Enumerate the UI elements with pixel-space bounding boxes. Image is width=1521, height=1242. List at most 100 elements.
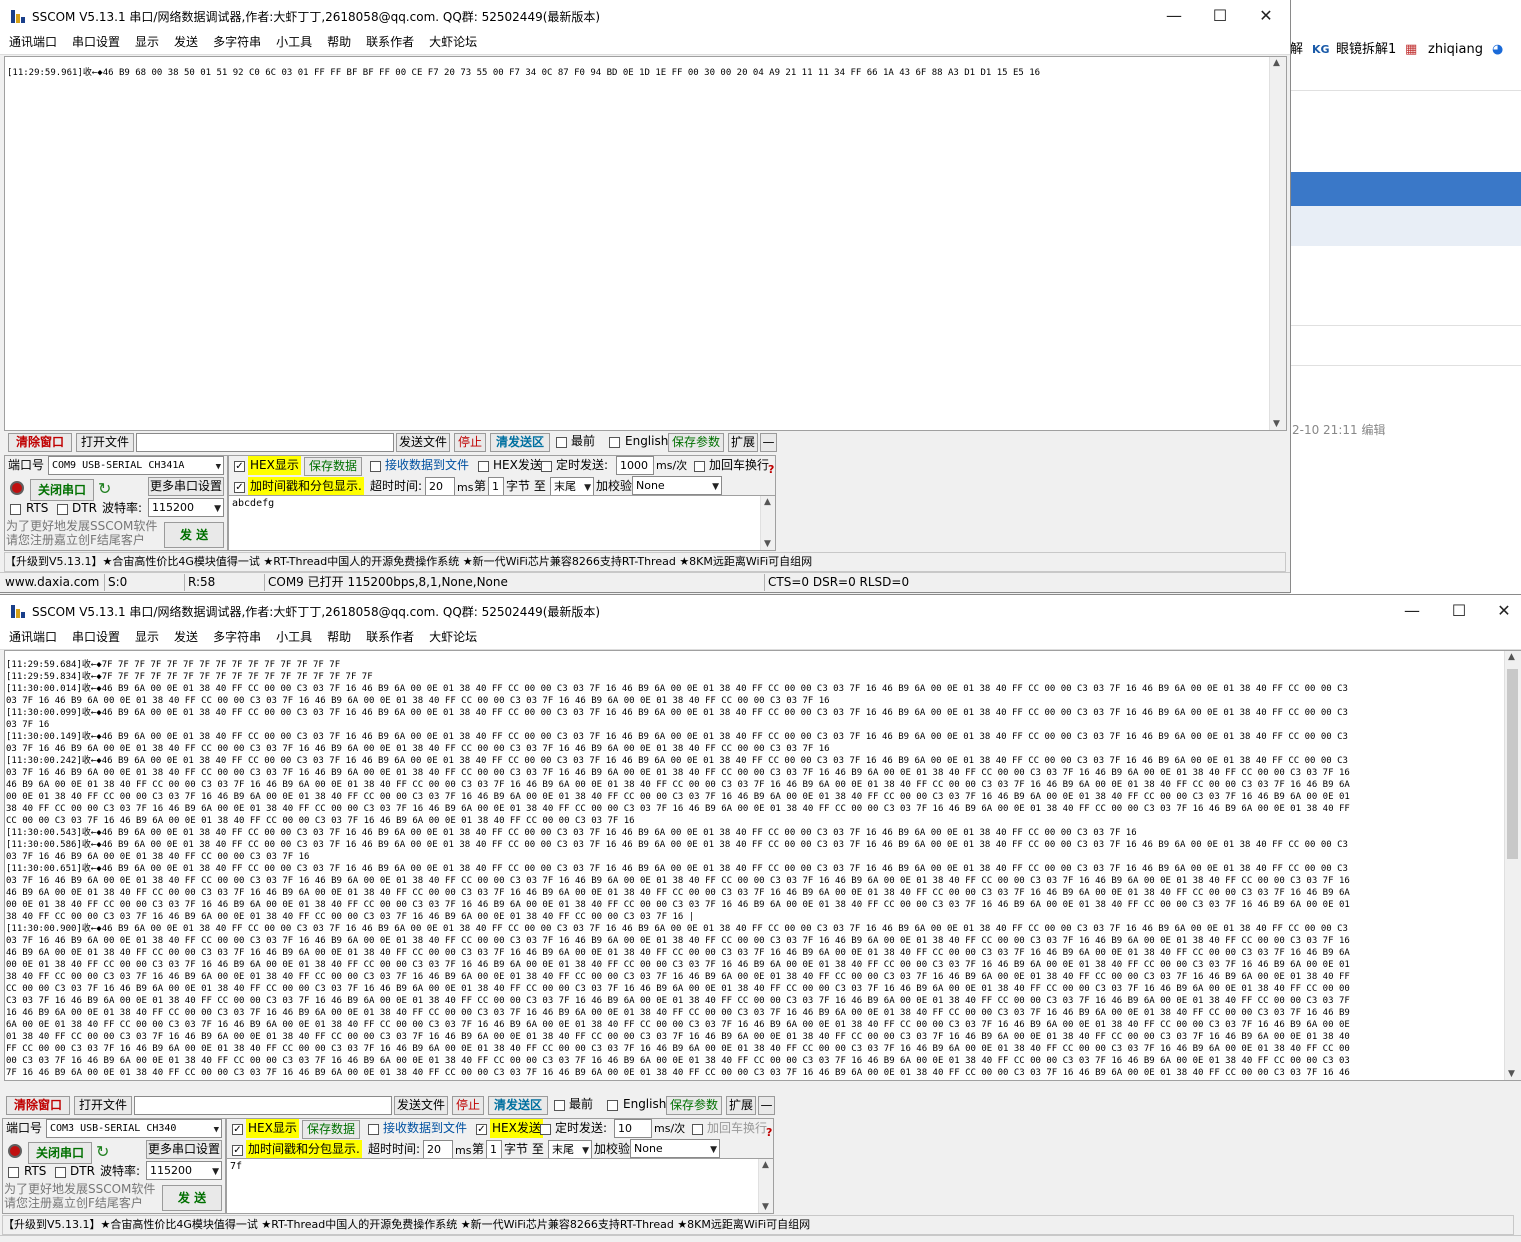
nth-input[interactable]: 1 [488,477,504,496]
menu-serial-settings[interactable]: 串口设置 [66,32,126,52]
scroll-up-icon[interactable]: ▲ [1273,58,1280,68]
file-path-input[interactable] [134,1096,392,1115]
refresh-icon[interactable]: ↻ [96,1142,109,1161]
save-data-button[interactable]: 保存数据 [304,457,362,476]
more-settings-button[interactable]: 更多串口设置 [148,477,224,496]
scroll-thumb[interactable] [1507,669,1518,859]
hex-send-checkbox[interactable] [478,461,489,472]
refresh-icon[interactable]: ↻ [98,479,111,498]
bg-toolbar-item-3[interactable]: zhiqiang [1428,38,1483,62]
english-checkbox[interactable] [609,437,620,448]
title-bar[interactable]: SSCOM V5.13.1 串口/网络数据调试器,作者:大虾丁丁,2618058… [0,0,1290,32]
stop-button[interactable]: 停止 [452,1096,484,1115]
clear-window-button[interactable]: 清除窗口 [8,433,72,452]
clear-window-button[interactable]: 清除窗口 [6,1096,70,1115]
send-button[interactable]: 发 送 [164,522,224,548]
tail-select[interactable]: 末尾 ▼ [550,477,594,496]
timestamp-checkbox[interactable]: ✓ [234,482,245,493]
menu-multi-string[interactable]: 多字符串 [207,627,267,647]
interval-input[interactable]: 1000 [616,456,654,475]
topmost-checkbox[interactable] [556,437,567,448]
maximize-button[interactable]: ☐ [1437,599,1481,623]
promo-line-1[interactable]: 为了更好地发展SSCOM软件 [6,519,157,533]
send-scrollbar[interactable]: ▲ ▼ [758,1159,773,1213]
status-site[interactable]: www.daxia.com [2,574,103,591]
save-params-button[interactable]: 保存参数 [666,1096,722,1115]
port-select[interactable]: COM9 USB-SERIAL CH341A ▼ [48,456,224,475]
minimize-button[interactable]: — [1390,599,1434,623]
add-crlf-checkbox[interactable] [692,1124,703,1135]
promo-line-2[interactable]: 请您注册嘉立创F结尾客户 [6,533,145,547]
rts-checkbox[interactable] [8,1167,19,1178]
timestamp-checkbox[interactable]: ✓ [232,1145,243,1156]
more-settings-button[interactable]: 更多串口设置 [146,1140,222,1159]
send-scrollbar[interactable]: ▲ ▼ [760,496,775,550]
timeout-input[interactable]: 20 [423,1140,453,1159]
close-port-button[interactable]: 关闭串口 [28,1142,92,1164]
bg-toolbar-item-1[interactable]: 解 [1290,38,1303,62]
help-icon[interactable]: ? [768,460,774,479]
file-path-input[interactable] [136,433,394,452]
scroll-down-icon[interactable]: ▼ [1273,419,1280,429]
add-crlf-checkbox[interactable] [694,461,705,472]
port-select[interactable]: COM3 USB-SERIAL CH340 ▼ [46,1119,222,1138]
hex-display-checkbox[interactable]: ✓ [234,461,245,472]
promo-line-2[interactable]: 请您注册嘉立创F结尾客户 [4,1196,143,1210]
menu-display[interactable]: 显示 [129,32,165,52]
menu-help[interactable]: 帮助 [321,32,357,52]
clear-send-button[interactable]: 清发送区 [488,1096,548,1115]
english-checkbox[interactable] [607,1100,618,1111]
menu-send[interactable]: 发送 [168,627,204,647]
menu-forum[interactable]: 大虾论坛 [423,32,483,52]
dtr-checkbox[interactable] [55,1167,66,1178]
menu-forum[interactable]: 大虾论坛 [423,627,483,647]
expand-button[interactable]: 扩展 [726,1096,756,1115]
menu-send[interactable]: 发送 [168,32,204,52]
rts-checkbox[interactable] [10,504,21,515]
menu-comm-port[interactable]: 通讯端口 [3,32,63,52]
collapse-button[interactable]: — [760,433,777,452]
baud-select[interactable]: 115200 ▼ [148,498,224,517]
promo-line-1[interactable]: 为了更好地发展SSCOM软件 [4,1182,155,1196]
maximize-button[interactable]: ☐ [1198,4,1242,28]
checksum-select[interactable]: None ▼ [630,1139,720,1158]
help-icon[interactable]: ? [766,1123,772,1142]
receive-scrollbar[interactable]: ▲ ▼ [1504,651,1521,1080]
interval-input[interactable]: 10 [614,1119,652,1138]
ad-ticker[interactable]: 【升级到V5.13.1】★合宙高性价比4G模块值得一试 ★RT-Thread中国… [2,1215,1514,1235]
expand-button[interactable]: 扩展 [728,433,758,452]
scroll-up-icon[interactable]: ▲ [1508,652,1515,662]
nth-input[interactable]: 1 [486,1140,502,1159]
menu-comm-port[interactable]: 通讯端口 [3,627,63,647]
save-params-button[interactable]: 保存参数 [668,433,724,452]
timed-send-checkbox[interactable] [540,1124,551,1135]
hex-display-checkbox[interactable]: ✓ [232,1124,243,1135]
menu-multi-string[interactable]: 多字符串 [207,32,267,52]
topmost-checkbox[interactable] [554,1100,565,1111]
tail-select[interactable]: 末尾 ▼ [548,1140,592,1159]
timed-send-checkbox[interactable] [541,461,552,472]
checksum-select[interactable]: None ▼ [632,476,722,495]
ad-ticker[interactable]: 【升级到V5.13.1】★合宙高性价比4G模块值得一试 ★RT-Thread中国… [4,552,1286,572]
close-port-button[interactable]: 关闭串口 [30,479,94,501]
open-file-button[interactable]: 打开文件 [74,1096,132,1115]
bg-toolbar-item-2[interactable]: 眼镜拆解1 [1336,38,1396,62]
menu-display[interactable]: 显示 [129,627,165,647]
menu-tools[interactable]: 小工具 [270,32,318,52]
receive-area[interactable]: [11:29:59.961]收←◆46 B9 68 00 38 50 01 51… [4,56,1287,431]
menu-contact[interactable]: 联系作者 [360,32,420,52]
title-bar[interactable]: SSCOM V5.13.1 串口/网络数据调试器,作者:大虾丁丁,2618058… [0,595,1521,627]
close-button[interactable]: ✕ [1244,4,1288,28]
stop-button[interactable]: 停止 [454,433,486,452]
send-button[interactable]: 发 送 [162,1185,222,1211]
baud-select[interactable]: 115200 ▼ [146,1161,222,1180]
receive-scrollbar[interactable]: ▲ ▼ [1269,57,1286,430]
send-text-area[interactable]: 7f ▲ ▼ [226,1158,774,1214]
menu-serial-settings[interactable]: 串口设置 [66,627,126,647]
send-text-area[interactable]: abcdefg ▲ ▼ [228,495,776,551]
menu-contact[interactable]: 联系作者 [360,627,420,647]
send-file-button[interactable]: 发送文件 [394,1096,448,1115]
receive-area[interactable]: [11:29:59.684]收←◆7F 7F 7F 7F 7F 7F 7F 7F… [4,650,1521,1081]
open-file-button[interactable]: 打开文件 [76,433,134,452]
recv-to-file-checkbox[interactable] [368,1124,379,1135]
